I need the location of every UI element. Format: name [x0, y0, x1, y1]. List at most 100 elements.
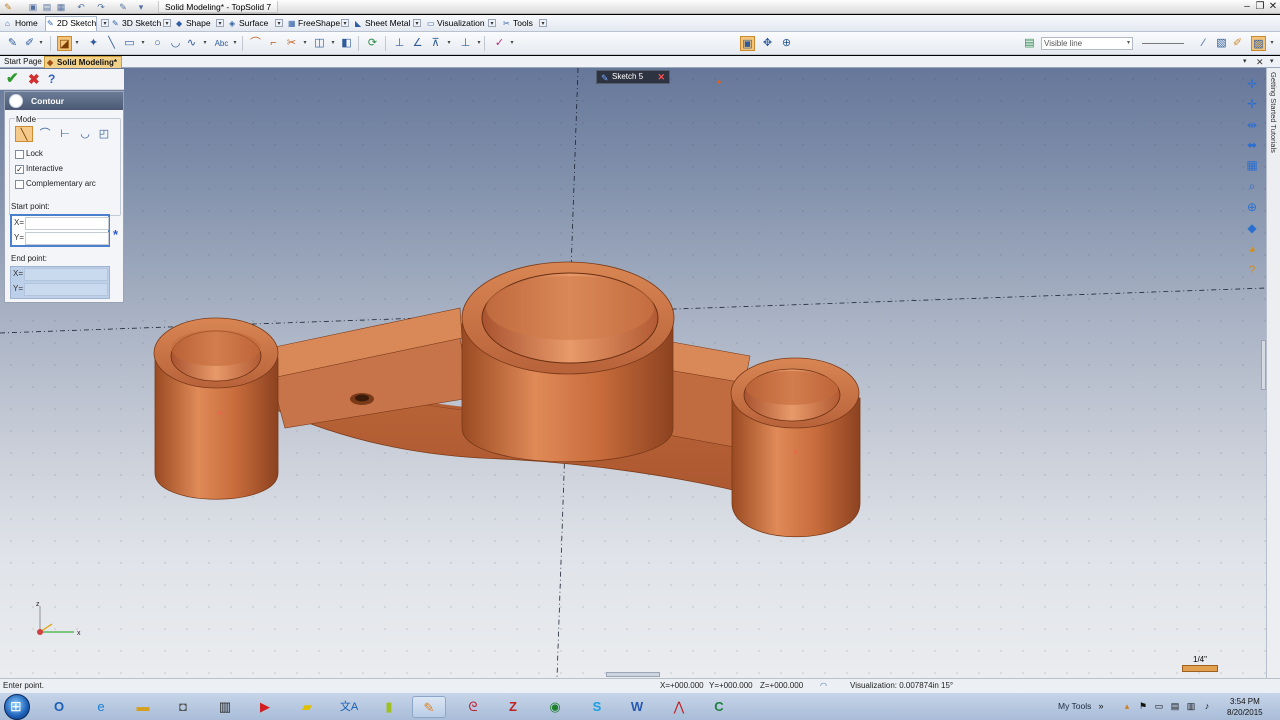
project-tool-icon[interactable]: ◧: [339, 36, 354, 51]
youtube-icon[interactable]: ▶: [248, 696, 282, 718]
media-player-icon[interactable]: ◉: [538, 696, 572, 718]
tray-volume-icon[interactable]: ♪: [1202, 701, 1212, 712]
task-app-icon[interactable]: ◘: [166, 696, 200, 718]
end-x-input[interactable]: [24, 268, 108, 281]
clock-date[interactable]: 8/20/2015: [1227, 708, 1263, 717]
restore-button[interactable]: ❐: [1254, 1, 1266, 12]
sketch-tool-dropdown-icon[interactable]: ▾: [38, 36, 44, 51]
sticky-notes-icon[interactable]: ▰: [290, 696, 324, 718]
fillet-tool-icon[interactable]: ⌒: [248, 36, 263, 51]
perpendicular-dropdown-icon[interactable]: ▾: [476, 36, 482, 51]
dimension-tool-icon[interactable]: ⊥: [392, 36, 407, 51]
interactive-checkbox[interactable]: ✓: [15, 165, 24, 174]
trim-tool-icon[interactable]: ✂: [284, 36, 299, 51]
start-button[interactable]: [4, 694, 30, 720]
menu-surface[interactable]: ◈ Surface: [228, 17, 268, 30]
menu-2d-sketch[interactable]: ✎ 2D Sketch: [45, 16, 98, 31]
undo-icon[interactable]: ↶: [76, 2, 86, 12]
tab-start-page[interactable]: Start Page: [0, 56, 46, 68]
palette-icon[interactable]: ◕: [1243, 241, 1261, 257]
render-mode-icon[interactable]: ▨: [1251, 36, 1266, 51]
file-explorer-icon[interactable]: ▬: [126, 696, 160, 718]
menu-visualization-dropdown-icon[interactable]: ▾: [488, 19, 496, 27]
tabs-dropdown-icon[interactable]: ▾: [1243, 56, 1247, 68]
question-icon[interactable]: ?: [1243, 262, 1261, 278]
tray-folder-icon[interactable]: ▤: [1170, 701, 1180, 712]
perpendicular-constraint-icon[interactable]: ⊥: [458, 36, 473, 51]
contour-dropdown-icon[interactable]: ▾: [74, 36, 80, 51]
line-mode-icon[interactable]: ╲: [15, 126, 33, 142]
spline-mode-icon[interactable]: ◰: [95, 126, 113, 142]
wifi-grid-icon[interactable]: ◠: [820, 679, 827, 692]
paint-tool-icon[interactable]: ✐: [1230, 36, 1245, 51]
render-mode-dropdown-icon[interactable]: ▾: [1269, 36, 1275, 51]
word-icon[interactable]: W: [620, 696, 654, 718]
arc-mode-icon[interactable]: ◡: [76, 126, 94, 142]
menu-freeshape[interactable]: ▦ FreeShape: [287, 17, 340, 30]
print-icon[interactable]: ▦: [56, 2, 66, 12]
angle-dimension-icon[interactable]: ∠: [410, 36, 425, 51]
menu-3d-sketch[interactable]: ✎ 3D Sketch: [111, 17, 161, 30]
contour-tool-icon[interactable]: ◪: [57, 36, 72, 51]
sketch-tab[interactable]: ✎ Sketch 5 ✕: [596, 70, 670, 84]
zoom-window-icon[interactable]: ⊕: [779, 36, 794, 51]
pencil-icon[interactable]: ✎: [118, 2, 128, 12]
refresh-tool-icon[interactable]: ⟳: [365, 36, 380, 51]
spline-dropdown-icon[interactable]: ▾: [202, 36, 208, 51]
save-all-icon[interactable]: ▤: [42, 2, 52, 12]
axis-icon[interactable]: ⇹: [1243, 117, 1261, 133]
3d-viewport[interactable]: [0, 68, 1266, 678]
sketch-tool-icon[interactable]: ✐: [22, 36, 37, 51]
close-sketch-icon[interactable]: ✕: [657, 71, 665, 83]
text-dropdown-icon[interactable]: ▾: [232, 36, 238, 51]
acrobat-icon[interactable]: ⋀: [662, 696, 696, 718]
chamfer-tool-icon[interactable]: ⌐: [266, 36, 281, 51]
note-app-icon[interactable]: ▮: [372, 696, 406, 718]
pin-panel-icon[interactable]: ▾: [1270, 56, 1274, 68]
offset-dropdown-icon[interactable]: ▾: [330, 36, 336, 51]
line-tool-icon[interactable]: ╲: [104, 36, 119, 51]
tray-flag-icon[interactable]: ⚑: [1138, 701, 1148, 712]
translator-icon[interactable]: 文A: [332, 696, 366, 718]
horizontal-scrollbar[interactable]: [606, 672, 660, 677]
constraint-tool-icon[interactable]: ⊼: [428, 36, 443, 51]
tab-solid-modeling[interactable]: ◆ Solid Modeling*: [44, 56, 122, 68]
clock-time[interactable]: 3:54 PM: [1230, 697, 1260, 706]
menu-sheet-metal-dropdown-icon[interactable]: ▾: [413, 19, 421, 27]
windows-icon[interactable]: ▦: [1243, 157, 1261, 173]
spline-tool-icon[interactable]: ∿: [184, 36, 199, 51]
start-y-input[interactable]: [25, 232, 109, 245]
menu-visualization[interactable]: ▭ Visualization: [426, 17, 485, 30]
pen-style-icon[interactable]: ⁄: [1196, 36, 1211, 51]
zoom-in-icon[interactable]: ⊕: [1243, 199, 1261, 215]
menu-shape[interactable]: ◆ Shape: [175, 17, 211, 30]
layer-select[interactable]: Visible line ▾: [1041, 37, 1133, 50]
filezilla-icon[interactable]: Z: [496, 696, 530, 718]
lock-checkbox[interactable]: [15, 150, 24, 159]
color-tool-icon[interactable]: ▧: [1214, 36, 1229, 51]
constraint-dropdown-icon[interactable]: ▾: [446, 36, 452, 51]
menu-3d-sketch-dropdown-icon[interactable]: ▾: [163, 19, 171, 27]
topsolid-taskbar-icon[interactable]: ✎: [412, 696, 446, 718]
view-select-icon[interactable]: ▣: [740, 36, 755, 51]
arc-tool-icon[interactable]: ◡: [168, 36, 183, 51]
move-icon[interactable]: ✛: [1243, 96, 1261, 112]
my-tools-toolbar[interactable]: My Tools: [1058, 701, 1091, 711]
tutorials-side-panel[interactable]: Getting Started Tutorials: [1266, 68, 1280, 678]
cube-icon[interactable]: ◆: [1243, 220, 1261, 236]
app-swirl-icon[interactable]: ᘓ: [456, 696, 490, 718]
rectangle-dropdown-icon[interactable]: ▾: [140, 36, 146, 51]
text-tool-icon[interactable]: Abc: [214, 36, 229, 51]
check-sketch-icon[interactable]: ✓: [492, 36, 507, 51]
menu-home[interactable]: ⌂ Home: [4, 17, 38, 30]
minimize-button[interactable]: –: [1241, 1, 1253, 12]
complementary-arc-checkbox[interactable]: [15, 180, 24, 189]
frame-icon[interactable]: ⬌: [1243, 137, 1261, 153]
tray-expand-icon[interactable]: »: [1096, 701, 1106, 712]
pencil-tool-icon[interactable]: ✎: [5, 36, 20, 51]
close-button[interactable]: ✕: [1267, 1, 1279, 12]
zoom-icon[interactable]: ⌕: [1243, 178, 1261, 194]
collapse-circle-icon[interactable]: [9, 94, 23, 108]
end-y-input[interactable]: [24, 283, 108, 296]
perpendicular-mode-icon[interactable]: ⊢: [56, 126, 74, 142]
